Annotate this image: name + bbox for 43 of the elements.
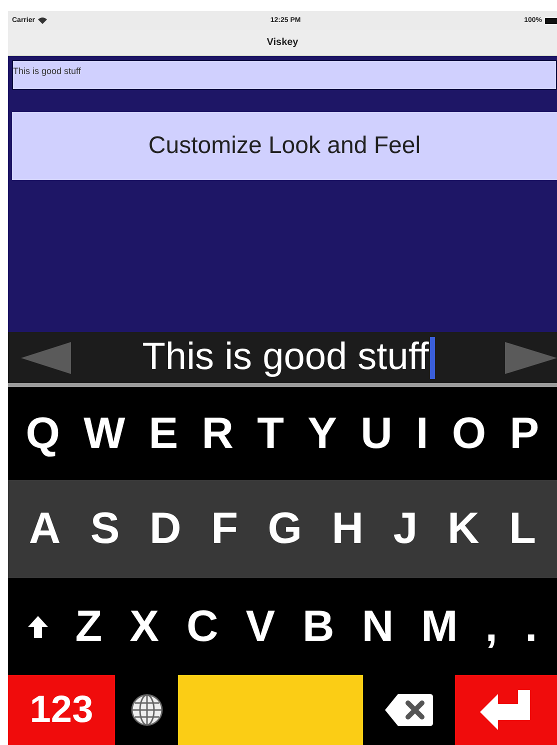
shift-icon [28, 616, 48, 638]
customize-button[interactable]: Customize Look and Feel [12, 112, 557, 180]
battery-icon [544, 18, 557, 24]
letter-key[interactable]: B [300, 604, 336, 648]
letter-key[interactable]: Q [24, 412, 62, 456]
letter-key[interactable]: I [414, 412, 430, 456]
letter-key[interactable]: T [255, 412, 286, 456]
letter-key[interactable]: , [483, 604, 500, 648]
letter-key[interactable]: U [358, 412, 394, 456]
shift-key[interactable] [26, 616, 50, 638]
letter-key[interactable]: R [200, 412, 236, 456]
suggestion-text[interactable]: This is good stuff [142, 336, 435, 379]
letter-key[interactable]: L [507, 507, 538, 551]
right-arrow-icon[interactable] [505, 340, 557, 374]
letter-key[interactable]: J [391, 507, 420, 551]
return-key[interactable] [455, 675, 557, 745]
letter-key[interactable]: V [244, 604, 278, 648]
letter-key[interactable]: Z [73, 604, 104, 648]
letter-key[interactable]: G [266, 507, 304, 551]
wifi-icon [38, 17, 47, 24]
letter-key[interactable]: O [450, 412, 488, 456]
letter-key[interactable]: F [209, 507, 240, 551]
letter-key[interactable]: . [522, 604, 540, 648]
globe-icon [130, 693, 164, 727]
letter-key[interactable]: H [330, 507, 366, 551]
letter-key[interactable]: K [446, 507, 482, 551]
letter-key[interactable]: S [88, 507, 122, 551]
letter-key[interactable]: X [128, 604, 161, 648]
nav-title: Viskey [266, 37, 298, 48]
numbers-key[interactable]: 123 [8, 675, 115, 745]
letter-key[interactable]: C [184, 604, 220, 648]
letter-key[interactable]: A [26, 507, 63, 551]
letter-key[interactable]: M [419, 604, 460, 648]
letter-key[interactable]: D [148, 507, 184, 551]
letter-key[interactable]: E [146, 412, 180, 456]
text-field[interactable]: This is good stuff [12, 60, 557, 90]
letter-key[interactable]: P [508, 412, 542, 456]
letter-key[interactable]: W [82, 412, 128, 456]
return-icon [480, 690, 532, 730]
text-cursor [430, 336, 435, 378]
letter-key[interactable]: Y [306, 412, 339, 456]
letter-key[interactable]: N [360, 604, 396, 648]
backspace-icon [384, 693, 434, 727]
